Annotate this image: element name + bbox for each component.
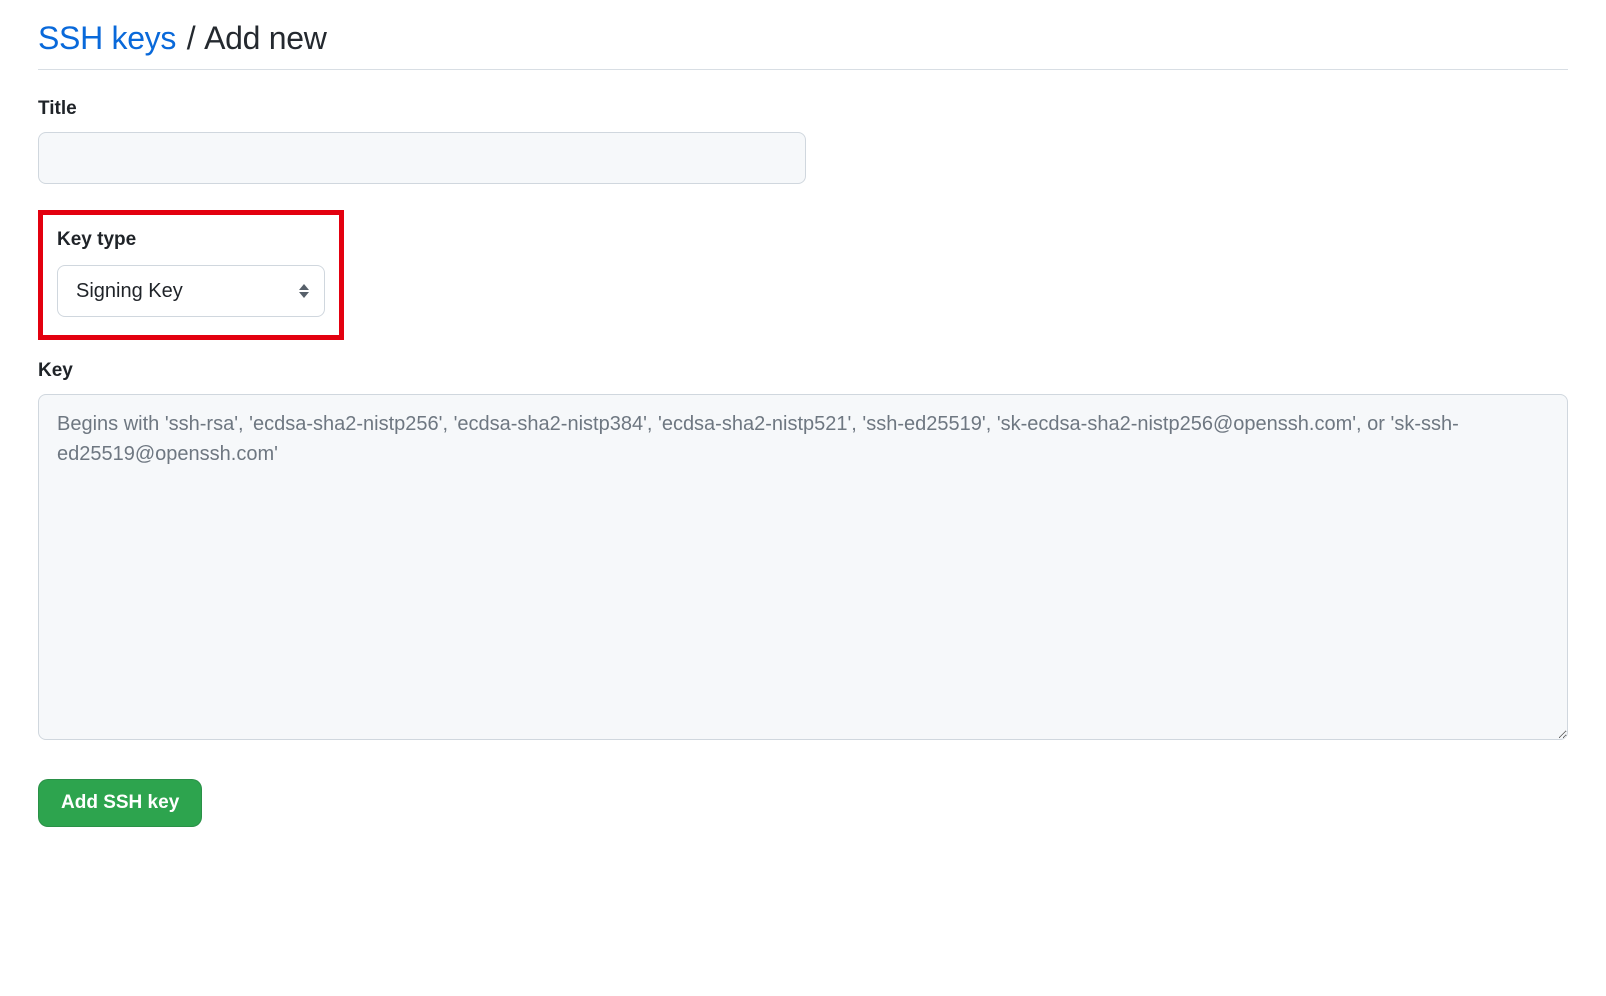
key-type-highlight-box: Key type Signing Key <box>38 210 344 340</box>
breadcrumb-link-ssh-keys[interactable]: SSH keys <box>38 20 176 56</box>
key-field-group: Key <box>38 360 1568 745</box>
key-type-select-wrap: Signing Key <box>57 265 325 317</box>
title-field-group: Title <box>38 98 1568 184</box>
key-type-label: Key type <box>57 229 325 251</box>
key-type-select[interactable]: Signing Key <box>57 265 325 317</box>
header-divider <box>38 69 1568 70</box>
add-ssh-key-button[interactable]: Add SSH key <box>38 779 202 827</box>
key-label: Key <box>38 360 1568 382</box>
page-title: SSH keys / Add new <box>38 20 1568 57</box>
title-label: Title <box>38 98 1568 120</box>
breadcrumb-separator: / <box>187 20 196 56</box>
breadcrumb-current: Add new <box>204 20 326 56</box>
title-input[interactable] <box>38 132 806 184</box>
key-textarea[interactable] <box>38 394 1568 740</box>
